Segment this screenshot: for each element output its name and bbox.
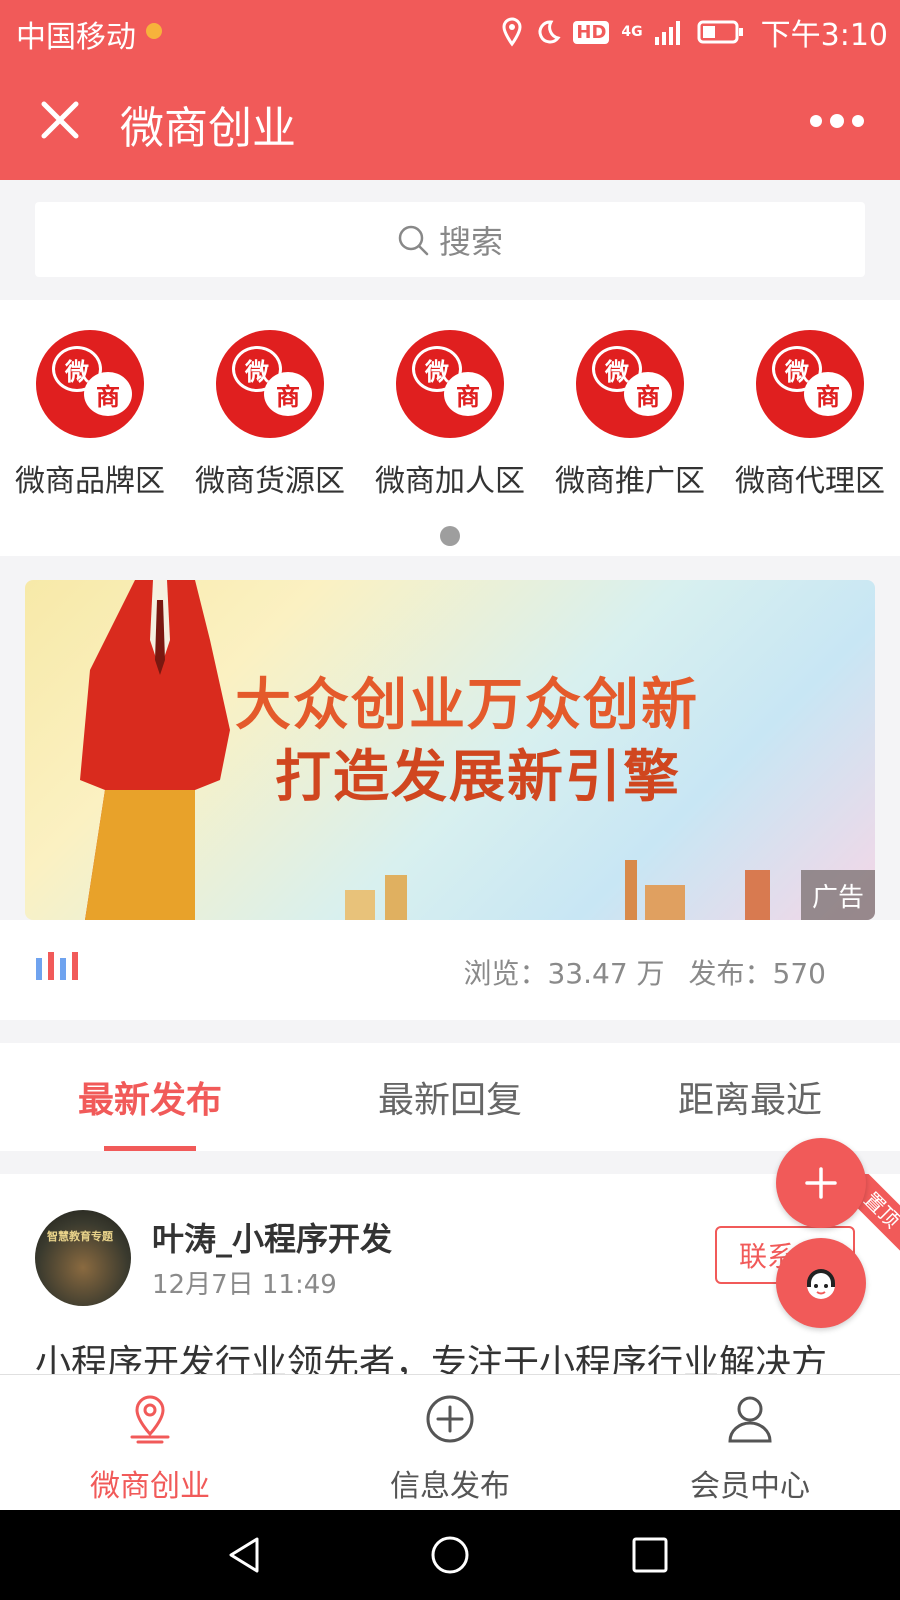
signal-icon: [654, 19, 685, 45]
category-label: 微商代理区: [735, 464, 885, 499]
feed-tabs: 最新发布 最新回复 距离最近: [0, 1043, 900, 1151]
status-bar: 中国移动 HD 4G 下午3:10: [0, 0, 900, 62]
businessman-silhouette: [80, 580, 230, 920]
search-icon: [398, 225, 429, 255]
plus-circle-icon: [426, 1395, 474, 1443]
posts-value: 570: [772, 957, 826, 990]
logo-char-bottom: 商: [444, 372, 492, 416]
post-content[interactable]: 小程序开发行业领先者，专注于小程序行业解决方: [35, 1334, 827, 1374]
user-icon: [728, 1396, 772, 1443]
network-type: 4G: [621, 24, 643, 40]
location-icon: [130, 1395, 170, 1444]
search-input[interactable]: 搜索: [35, 202, 865, 277]
logo-char-bottom: 商: [624, 372, 672, 416]
category-promotion[interactable]: 微 商 微商推广区: [540, 330, 720, 500]
category-label: 微商加人区: [375, 464, 525, 499]
category-label: 微商推广区: [555, 464, 705, 499]
stats-summary: 浏览：33.47 万发布：570: [463, 952, 826, 992]
category-label: 微商货源区: [195, 464, 345, 499]
category-agent[interactable]: 微 商 微商代理区: [720, 330, 900, 500]
weishang-logo-icon: 微 商: [36, 330, 144, 438]
dot-icon: [810, 115, 822, 127]
more-options-button[interactable]: [784, 106, 864, 136]
ad-banner[interactable]: 大众创业万众创新 打造发展新引擎 广告: [25, 580, 875, 920]
ad-label: 广告: [801, 870, 875, 920]
post-card[interactable]: 智慧教育专题 叶涛_小程序开发 12月7日 11:49 联系 置顶 小程序开发行…: [0, 1174, 900, 1374]
category-source[interactable]: 微 商 微商货源区: [180, 330, 360, 500]
dot-icon: [830, 114, 844, 128]
tab-nearest[interactable]: 距离最近: [600, 1071, 900, 1123]
banner-headline-1: 大众创业万众创新: [235, 673, 699, 738]
nav-weishang[interactable]: 微商创业: [0, 1393, 300, 1505]
home-icon[interactable]: [430, 1535, 470, 1575]
search-placeholder: 搜索: [438, 222, 503, 261]
carrier-name: 中国移动: [16, 20, 136, 55]
battery-icon: [697, 19, 745, 45]
avatar-caption: 智慧教育专题: [47, 1230, 113, 1243]
posts-label: 发布：: [688, 957, 773, 990]
search-section: 搜索: [0, 180, 900, 300]
nav-bar: 微商创业: [0, 62, 900, 180]
views-label: 浏览：: [463, 957, 548, 990]
page-title: 微商创业: [120, 103, 296, 154]
stats-bar: 浏览：33.47 万发布：570: [0, 920, 900, 1020]
bottom-nav: 微商创业 信息发布 会员中心: [0, 1374, 900, 1511]
views-value: 33.47 万: [547, 957, 665, 990]
page-indicator-dot: [440, 526, 460, 546]
banner-headline-2: 打造发展新引擎: [275, 745, 681, 810]
category-grid: 微 商 微商品牌区 微 商 微商货源区 微 商 微商加人区 微 商 微商推广区 …: [0, 300, 900, 556]
weishang-logo-icon: 微 商: [216, 330, 324, 438]
post-author[interactable]: 叶涛_小程序开发: [152, 1214, 392, 1260]
logo-char-bottom: 商: [804, 372, 852, 416]
customer-service-icon: [807, 1269, 835, 1299]
moon-icon: [535, 19, 561, 45]
nav-member-center[interactable]: 会员中心: [600, 1393, 900, 1505]
banner-section: 大众创业万众创新 打造发展新引擎 广告: [0, 556, 900, 920]
app-header: 中国移动 HD 4G 下午3:10 微商创业: [0, 0, 900, 180]
dot-icon: [852, 115, 864, 127]
close-icon[interactable]: [36, 96, 84, 144]
logo-char-bottom: 商: [84, 372, 132, 416]
tab-latest-replies[interactable]: 最新回复: [300, 1071, 600, 1123]
post-date: 12月7日 11:49: [152, 1270, 337, 1300]
notification-dot: [146, 23, 162, 39]
category-brand[interactable]: 微 商 微商品牌区: [0, 330, 180, 500]
status-icons: HD 4G 下午3:10: [501, 10, 888, 54]
city-skyline: [345, 860, 770, 920]
back-icon[interactable]: [225, 1535, 265, 1575]
system-nav-bar: [0, 1510, 900, 1600]
bar-chart-icon: [36, 952, 78, 980]
category-add-people[interactable]: 微 商 微商加人区: [360, 330, 540, 500]
clock: 下午3:10: [760, 18, 888, 53]
logo-char-bottom: 商: [264, 372, 312, 416]
nav-label: 微商创业: [90, 1469, 210, 1504]
weishang-logo-icon: 微 商: [576, 330, 684, 438]
add-post-button[interactable]: [776, 1138, 866, 1228]
tab-latest-posts[interactable]: 最新发布: [0, 1071, 300, 1123]
avatar[interactable]: 智慧教育专题: [35, 1210, 131, 1306]
hd-icon: HD: [573, 20, 610, 44]
active-tab-indicator: [104, 1146, 196, 1151]
nav-label: 信息发布: [390, 1469, 510, 1504]
weishang-logo-icon: 微 商: [396, 330, 504, 438]
weishang-logo-icon: 微 商: [756, 330, 864, 438]
recents-icon[interactable]: [630, 1535, 670, 1575]
plus-icon: [805, 1167, 837, 1199]
location-icon: [501, 17, 523, 47]
category-label: 微商品牌区: [15, 464, 165, 499]
customer-service-button[interactable]: [776, 1238, 866, 1328]
nav-label: 会员中心: [690, 1469, 810, 1504]
nav-post-info[interactable]: 信息发布: [300, 1393, 600, 1505]
